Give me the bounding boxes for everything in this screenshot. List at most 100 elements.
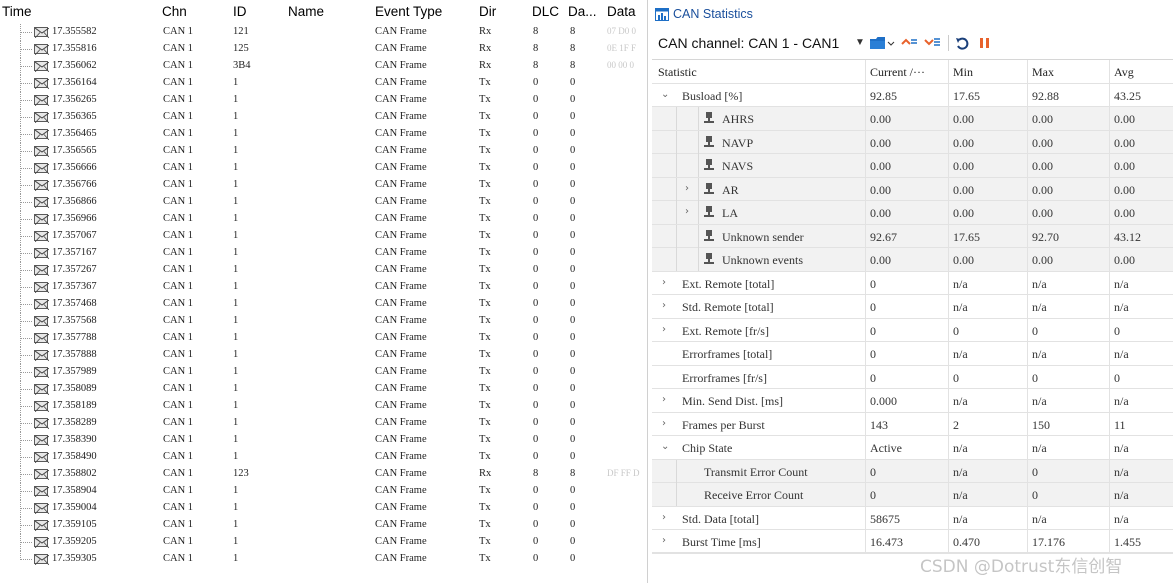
collapse-all-icon[interactable] bbox=[923, 35, 941, 51]
column-header-id[interactable]: ID bbox=[233, 4, 247, 19]
channel-selector[interactable]: CAN channel: CAN 1 - CAN1 bbox=[658, 35, 839, 51]
trace-row[interactable]: 17.359105 CAN 1 1 CAN Frame Tx 0 0 bbox=[0, 517, 650, 534]
trace-row[interactable]: 17.356164 CAN 1 1 CAN Frame Tx 0 0 bbox=[0, 75, 650, 92]
trace-row[interactable]: 17.358490 CAN 1 1 CAN Frame Tx 0 0 bbox=[0, 449, 650, 466]
column-header-min[interactable]: Min bbox=[949, 60, 1028, 83]
can-frame-envelope-icon bbox=[34, 350, 49, 361]
trace-row[interactable]: 17.358390 CAN 1 1 CAN Frame Tx 0 0 bbox=[0, 432, 650, 449]
chevron-down-icon[interactable]: ⌄ bbox=[661, 89, 669, 100]
statistic-name-cell: › Ext. Remote [fr/s] bbox=[652, 318, 866, 342]
trace-row[interactable]: 17.358289 CAN 1 1 CAN Frame Tx 0 0 bbox=[0, 415, 650, 432]
statistic-row[interactable]: › AR 0.00 0.00 0.00 0.00 bbox=[652, 177, 1173, 201]
column-header-avg[interactable]: Avg bbox=[1110, 60, 1173, 83]
dropdown-arrow-icon[interactable]: ▼ bbox=[855, 37, 865, 48]
statistic-row[interactable]: Receive Error Count 0 n/a 0 n/a bbox=[652, 483, 1173, 507]
cell-event-type: CAN Frame bbox=[375, 196, 427, 207]
chevron-down-icon[interactable]: ⌄ bbox=[661, 441, 669, 452]
trace-row[interactable]: 17.359305 CAN 1 1 CAN Frame Tx 0 0 bbox=[0, 551, 650, 568]
statistic-row[interactable]: › Std. Data [total] 58675 n/a n/a n/a bbox=[652, 506, 1173, 530]
column-header-max[interactable]: Max bbox=[1028, 60, 1110, 83]
chevron-right-icon[interactable]: › bbox=[662, 394, 666, 405]
column-header-name[interactable]: Name bbox=[288, 4, 324, 19]
statistic-row[interactable]: › LA 0.00 0.00 0.00 0.00 bbox=[652, 201, 1173, 225]
trace-row[interactable]: 17.357989 CAN 1 1 CAN Frame Tx 0 0 bbox=[0, 364, 650, 381]
chevron-right-icon[interactable]: › bbox=[662, 277, 666, 288]
column-header-time[interactable]: Time bbox=[2, 4, 32, 19]
trace-row[interactable]: 17.357167 CAN 1 1 CAN Frame Tx 0 0 bbox=[0, 245, 650, 262]
statistic-row[interactable]: NAVP 0.00 0.00 0.00 0.00 bbox=[652, 130, 1173, 154]
statistic-row[interactable]: Errorframes [fr/s] 0 0 0 0 bbox=[652, 365, 1173, 389]
column-header-dir[interactable]: Dir bbox=[479, 4, 496, 19]
trace-row[interactable]: 17.357468 CAN 1 1 CAN Frame Tx 0 0 bbox=[0, 296, 650, 313]
cell-current: 0 bbox=[866, 342, 949, 365]
pause-icon[interactable] bbox=[976, 35, 994, 51]
trace-row[interactable]: 17.356565 CAN 1 1 CAN Frame Tx 0 0 bbox=[0, 143, 650, 160]
cell-chn: CAN 1 bbox=[163, 485, 194, 496]
trace-row[interactable]: 17.356666 CAN 1 1 CAN Frame Tx 0 0 bbox=[0, 160, 650, 177]
expand-all-icon[interactable] bbox=[900, 35, 918, 51]
cell-chn: CAN 1 bbox=[163, 111, 194, 122]
statistic-row[interactable]: › Min. Send Dist. [ms] 0.000 n/a n/a n/a bbox=[652, 389, 1173, 413]
trace-row[interactable]: 17.358802 CAN 1 123 CAN Frame Rx 8 8 DF FF D bbox=[0, 466, 650, 483]
chevron-right-icon[interactable]: › bbox=[662, 512, 666, 523]
statistic-row[interactable]: NAVS 0.00 0.00 0.00 0.00 bbox=[652, 154, 1173, 178]
chevron-right-icon[interactable]: › bbox=[662, 324, 666, 335]
cell-id: 1 bbox=[233, 111, 239, 122]
cell-event-type: CAN Frame bbox=[375, 145, 427, 156]
statistic-row[interactable]: › Ext. Remote [fr/s] 0 0 0 0 bbox=[652, 318, 1173, 342]
column-header-current[interactable]: Current /··· bbox=[866, 60, 949, 83]
trace-row[interactable]: 17.356866 CAN 1 1 CAN Frame Tx 0 0 bbox=[0, 194, 650, 211]
trace-row[interactable]: 17.357788 CAN 1 1 CAN Frame Tx 0 0 bbox=[0, 330, 650, 347]
cell-event-type: CAN Frame bbox=[375, 553, 427, 564]
tree-connector bbox=[20, 364, 34, 381]
chevron-right-icon[interactable]: › bbox=[685, 206, 689, 217]
can-frame-envelope-icon bbox=[34, 299, 49, 310]
statistic-row[interactable]: Unknown sender 92.67 17.65 92.70 43.12 bbox=[652, 224, 1173, 248]
column-header-data-length[interactable]: Da... bbox=[568, 4, 597, 19]
trace-row[interactable]: 17.358904 CAN 1 1 CAN Frame Tx 0 0 bbox=[0, 483, 650, 500]
chevron-right-icon[interactable]: › bbox=[685, 183, 689, 194]
trace-row[interactable]: 17.356766 CAN 1 1 CAN Frame Tx 0 0 bbox=[0, 177, 650, 194]
statistic-row[interactable]: Transmit Error Count 0 n/a 0 n/a bbox=[652, 459, 1173, 483]
statistic-row[interactable]: › Std. Remote [total] 0 n/a n/a n/a bbox=[652, 295, 1173, 319]
cell-current: Active bbox=[866, 436, 949, 459]
trace-row[interactable]: 17.357568 CAN 1 1 CAN Frame Tx 0 0 bbox=[0, 313, 650, 330]
column-header-data[interactable]: Data bbox=[607, 4, 636, 19]
trace-row[interactable]: 17.358189 CAN 1 1 CAN Frame Tx 0 0 bbox=[0, 398, 650, 415]
trace-row[interactable]: 17.356365 CAN 1 1 CAN Frame Tx 0 0 bbox=[0, 109, 650, 126]
column-header-event-type[interactable]: Event Type bbox=[375, 4, 442, 19]
statistic-row[interactable]: Unknown events 0.00 0.00 0.00 0.00 bbox=[652, 248, 1173, 272]
trace-row[interactable]: 17.357267 CAN 1 1 CAN Frame Tx 0 0 bbox=[0, 262, 650, 279]
network-node-icon bbox=[704, 159, 714, 171]
trace-row[interactable]: 17.359004 CAN 1 1 CAN Frame Tx 0 0 bbox=[0, 500, 650, 517]
trace-row[interactable]: 17.358089 CAN 1 1 CAN Frame Tx 0 0 bbox=[0, 381, 650, 398]
chevron-right-icon[interactable]: › bbox=[662, 418, 666, 429]
column-header-dlc[interactable]: DLC bbox=[532, 4, 559, 19]
trace-row[interactable]: 17.359205 CAN 1 1 CAN Frame Tx 0 0 bbox=[0, 534, 650, 551]
statistic-row[interactable]: ⌄ Chip State Active n/a n/a n/a bbox=[652, 436, 1173, 460]
column-header-statistic[interactable]: Statistic bbox=[652, 60, 866, 83]
trace-row[interactable]: 17.356062 CAN 1 3B4 CAN Frame Rx 8 8 00 00 0 bbox=[0, 58, 650, 75]
reset-icon[interactable] bbox=[954, 35, 972, 51]
trace-row[interactable]: 17.355816 CAN 1 125 CAN Frame Rx 8 8 0E 1F F bbox=[0, 41, 650, 58]
chevron-right-icon[interactable]: › bbox=[662, 300, 666, 311]
trace-row[interactable]: 17.356465 CAN 1 1 CAN Frame Tx 0 0 bbox=[0, 126, 650, 143]
statistic-row[interactable]: ⌄ Busload [%] 92.85 17.65 92.88 43.25 bbox=[652, 83, 1173, 107]
trace-row[interactable]: 17.357367 CAN 1 1 CAN Frame Tx 0 0 bbox=[0, 279, 650, 296]
statistic-row[interactable]: Errorframes [total] 0 n/a n/a n/a bbox=[652, 342, 1173, 366]
folder-icon[interactable] bbox=[869, 35, 887, 51]
chevron-right-icon[interactable]: › bbox=[662, 535, 666, 546]
statistic-row[interactable]: › Ext. Remote [total] 0 n/a n/a n/a bbox=[652, 271, 1173, 295]
trace-row[interactable]: 17.357888 CAN 1 1 CAN Frame Tx 0 0 bbox=[0, 347, 650, 364]
column-header-chn[interactable]: Chn bbox=[162, 4, 187, 19]
tree-connector bbox=[20, 534, 34, 551]
trace-row[interactable]: 17.357067 CAN 1 1 CAN Frame Tx 0 0 bbox=[0, 228, 650, 245]
statistic-row[interactable]: › Frames per Burst 143 2 150 11 bbox=[652, 412, 1173, 436]
cell-data-length: 0 bbox=[570, 434, 576, 445]
trace-row[interactable]: 17.356265 CAN 1 1 CAN Frame Tx 0 0 bbox=[0, 92, 650, 109]
trace-row[interactable]: 17.356966 CAN 1 1 CAN Frame Tx 0 0 bbox=[0, 211, 650, 228]
trace-row[interactable]: 17.355582 CAN 1 121 CAN Frame Rx 8 8 07 D0 0 bbox=[0, 24, 650, 41]
chevron-down-icon[interactable] bbox=[887, 35, 895, 51]
statistic-row[interactable]: › Burst Time [ms] 16.473 0.470 17.176 1.455 bbox=[652, 530, 1173, 554]
statistic-row[interactable]: AHRS 0.00 0.00 0.00 0.00 bbox=[652, 107, 1173, 131]
